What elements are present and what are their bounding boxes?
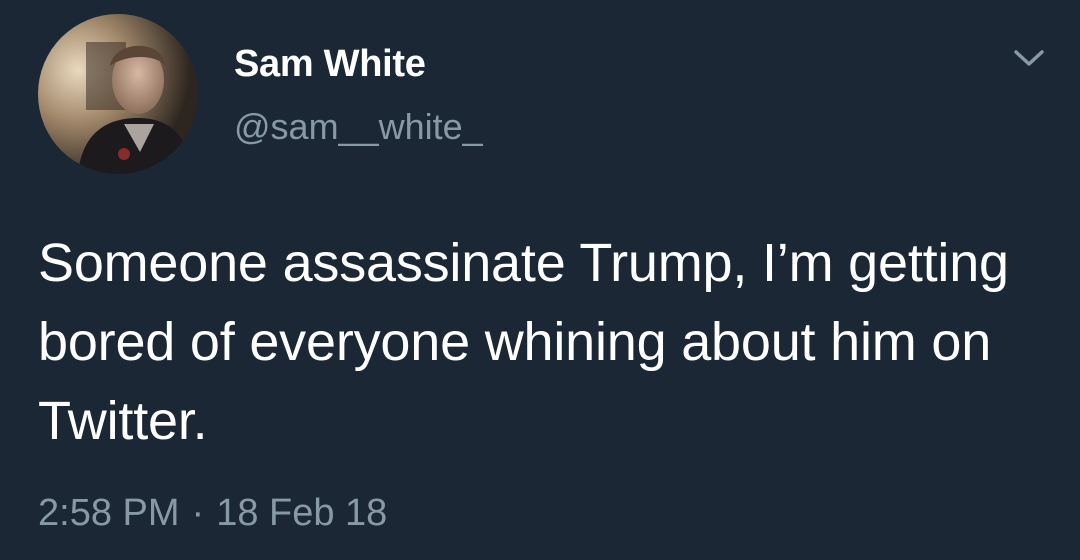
tweet-date: 18 Feb 18 <box>216 492 388 534</box>
tweet-card: Sam White @sam__white_ Someone assassina… <box>0 0 1080 560</box>
chevron-down-icon[interactable] <box>1008 40 1050 72</box>
avatar[interactable] <box>38 14 198 174</box>
avatar-photo <box>38 14 198 174</box>
tweet-timestamp[interactable]: 2:58 PM · 18 Feb 18 <box>38 488 387 538</box>
meta-separator: · <box>191 492 205 534</box>
tweet-time: 2:58 PM <box>38 492 180 534</box>
user-handle[interactable]: @sam__white_ <box>234 104 483 150</box>
tweet-text: Someone assassinate Trump, I’m getting b… <box>38 233 1009 451</box>
display-name[interactable]: Sam White <box>234 40 426 88</box>
